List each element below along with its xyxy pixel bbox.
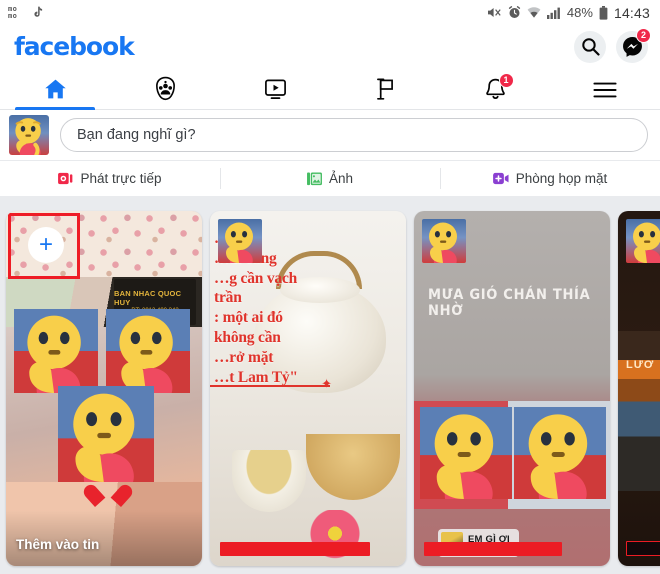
avatar[interactable]	[9, 115, 49, 155]
watch-video-icon	[263, 77, 288, 101]
signal-icon	[546, 7, 560, 19]
heart-graphic	[95, 486, 121, 510]
status-input-placeholder: Bạn đang nghĩ gì?	[77, 127, 196, 143]
header-actions: 2	[574, 27, 651, 63]
story-author-avatar[interactable]	[422, 219, 466, 263]
tab-watch[interactable]	[220, 68, 330, 109]
battery-percent-label: 48%	[566, 5, 593, 20]
notifications-badge: 1	[498, 72, 514, 88]
home-icon	[43, 77, 68, 101]
photo-button[interactable]: Ảnh	[220, 161, 440, 196]
care-reaction-sticker	[420, 407, 512, 499]
care-reaction-sticker	[58, 386, 154, 482]
battery-icon	[599, 5, 608, 20]
band-sign-text: BAN NHAC QUOC HUY	[114, 288, 182, 308]
story-card-2[interactable]: MƯA GIÓ CHÁN THÍA NHỜ EM GÌ ƠI ♪ Jack - …	[414, 211, 610, 566]
status-bar: mo mo 48% 14:43	[0, 0, 660, 25]
bell-icon: 1	[483, 72, 514, 101]
main-tab-bar: 1	[0, 68, 660, 110]
story-author-name-redacted	[424, 542, 562, 556]
tab-marketplace[interactable]	[330, 68, 440, 109]
shop-sign-text: LƯƠ	[626, 359, 655, 371]
status-bar-right-icons: 48% 14:43	[487, 5, 650, 21]
status-bar-left-icons: mo mo	[8, 6, 44, 20]
video-room-button[interactable]: Phòng họp mặt	[440, 161, 660, 196]
wifi-icon	[527, 6, 541, 18]
video-room-label: Phòng họp mặt	[515, 171, 608, 186]
care-reaction-emoji	[429, 222, 457, 263]
story-author-avatar[interactable]	[626, 219, 660, 263]
momo-app-icon: mo mo	[8, 4, 18, 20]
facebook-header: facebook 2	[0, 25, 660, 68]
mute-icon	[487, 8, 501, 17]
food-bowl-graphic	[306, 434, 400, 500]
alarm-icon	[508, 6, 521, 18]
composer-row: Bạn đang nghĩ gì?	[0, 110, 660, 160]
messenger-button[interactable]: 2	[616, 27, 651, 63]
care-reaction-sticker	[106, 309, 190, 393]
care-reaction-sticker	[14, 309, 98, 393]
tab-friends[interactable]	[110, 68, 220, 109]
marketplace-flag-icon	[373, 77, 398, 101]
live-video-label: Phát trực tiếp	[80, 171, 162, 186]
care-reaction-emoji	[225, 222, 253, 263]
story-card-3[interactable]: LƯƠ …e n …ập lu N	[618, 211, 660, 566]
status-input[interactable]: Bạn đang nghĩ gì?	[60, 118, 648, 152]
composer-action-row: Phát trực tiếp Ảnh Phòng họp mặt	[0, 160, 660, 196]
teacup-graphic	[232, 450, 306, 512]
story-text-divider	[210, 376, 332, 392]
tab-notifications[interactable]: 1	[440, 68, 550, 109]
composer-section: Bạn đang nghĩ gì? Phát trực tiếp Ảnh Phò…	[0, 110, 660, 196]
tiktok-icon	[34, 6, 43, 17]
clock-label: 14:43	[613, 4, 650, 21]
search-icon	[581, 38, 600, 56]
messenger-badge: 2	[636, 27, 651, 43]
care-reaction-sticker	[514, 407, 606, 499]
story-author-avatar[interactable]	[218, 219, 262, 263]
story-author-name-redacted	[220, 542, 370, 556]
friends-icon	[153, 76, 178, 101]
search-button[interactable]	[574, 30, 606, 63]
live-video-button[interactable]: Phát trực tiếp	[0, 161, 220, 196]
care-reaction-emoji	[15, 118, 41, 155]
care-reaction-emoji	[633, 222, 660, 263]
hamburger-menu-icon	[592, 79, 618, 99]
photo-icon	[307, 172, 322, 185]
selection-highlight-box	[8, 213, 80, 279]
flower-graphic	[306, 510, 364, 566]
story-card-1[interactable]: …ấu ai …ui cũng …g cần vạch trần : một a…	[210, 211, 406, 566]
story-author-name-redacted	[626, 541, 660, 556]
story-photo	[618, 331, 660, 491]
tab-menu[interactable]	[550, 68, 660, 109]
story-overlay-text: MƯA GIÓ CHÁN THÍA NHỜ	[428, 287, 591, 319]
live-video-icon	[58, 172, 73, 185]
story-card-add-to-story[interactable]: BAN NHAC QUOC HUY ĐT: 0912 490 342	[6, 211, 202, 566]
video-room-icon	[492, 172, 509, 185]
stories-tray[interactable]: BAN NHAC QUOC HUY ĐT: 0912 490 342	[0, 205, 660, 574]
tab-home[interactable]	[0, 68, 110, 110]
facebook-logo[interactable]: facebook	[14, 32, 135, 61]
add-to-story-label: Thêm vào tin	[16, 537, 100, 552]
photo-label: Ảnh	[328, 171, 354, 186]
